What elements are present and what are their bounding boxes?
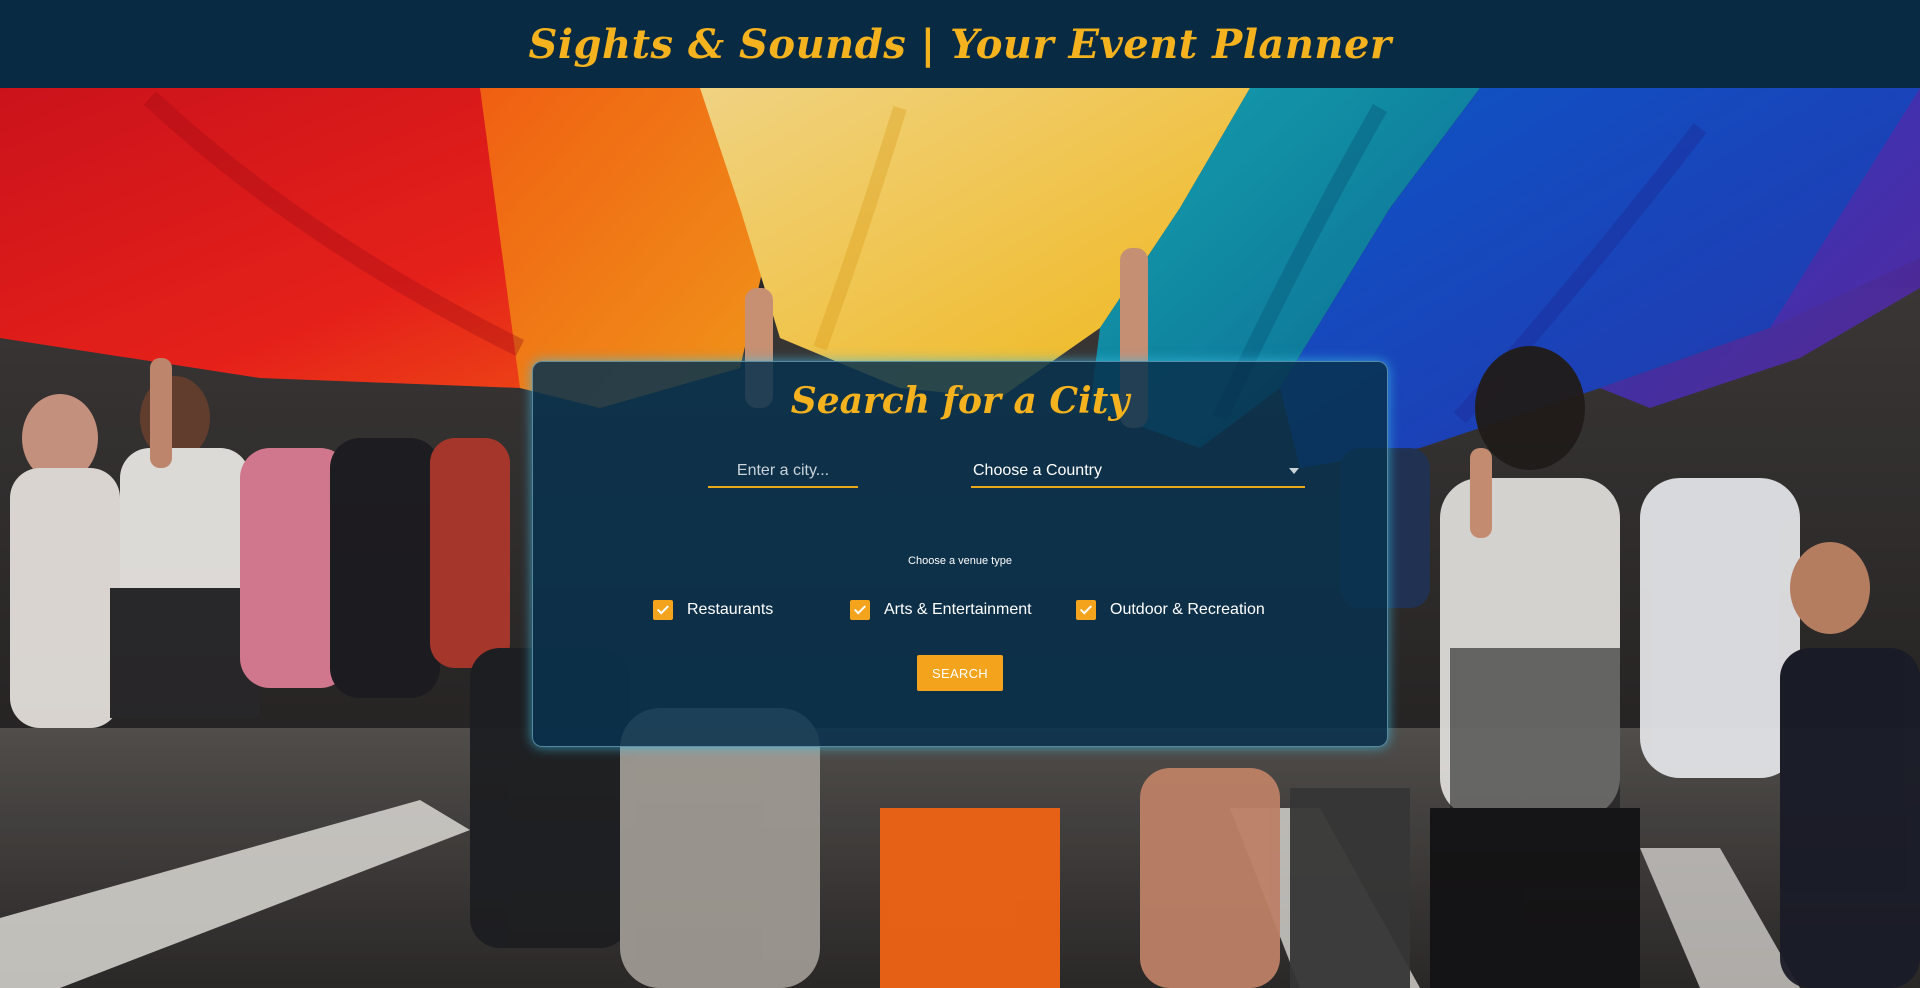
venue-option-arts-entertainment[interactable]: Arts & Entertainment	[850, 600, 1032, 620]
venue-option-outdoor-recreation[interactable]: Outdoor & Recreation	[1076, 600, 1265, 620]
venue-option-label: Outdoor & Recreation	[1110, 601, 1265, 618]
venue-type-label: Choose a venue type	[908, 555, 1012, 567]
city-input[interactable]	[708, 456, 858, 488]
check-icon	[1079, 602, 1093, 615]
arts-entertainment-checkbox[interactable]	[850, 600, 870, 620]
search-button[interactable]: SEARCH	[917, 655, 1003, 691]
search-panel: Search for a City Choose a Country Choos…	[532, 361, 1388, 747]
venue-option-restaurants[interactable]: Restaurants	[653, 600, 773, 620]
check-icon	[853, 602, 867, 615]
restaurants-checkbox[interactable]	[653, 600, 673, 620]
venue-option-label: Arts & Entertainment	[884, 601, 1032, 618]
site-header: Sights & Sounds | Your Event Planner	[0, 0, 1920, 88]
outdoor-recreation-checkbox[interactable]	[1076, 600, 1096, 620]
check-icon	[656, 602, 670, 615]
country-select[interactable]: Choose a Country	[971, 456, 1305, 488]
venue-option-label: Restaurants	[687, 601, 774, 618]
search-title: Search for a City	[790, 380, 1130, 422]
chevron-down-icon	[1289, 468, 1299, 474]
country-select-value: Choose a Country	[973, 462, 1102, 479]
site-title: Sights & Sounds | Your Event Planner	[528, 20, 1392, 68]
venue-type-options: Restaurants Arts & Entertainment Outdoor…	[533, 600, 1387, 622]
